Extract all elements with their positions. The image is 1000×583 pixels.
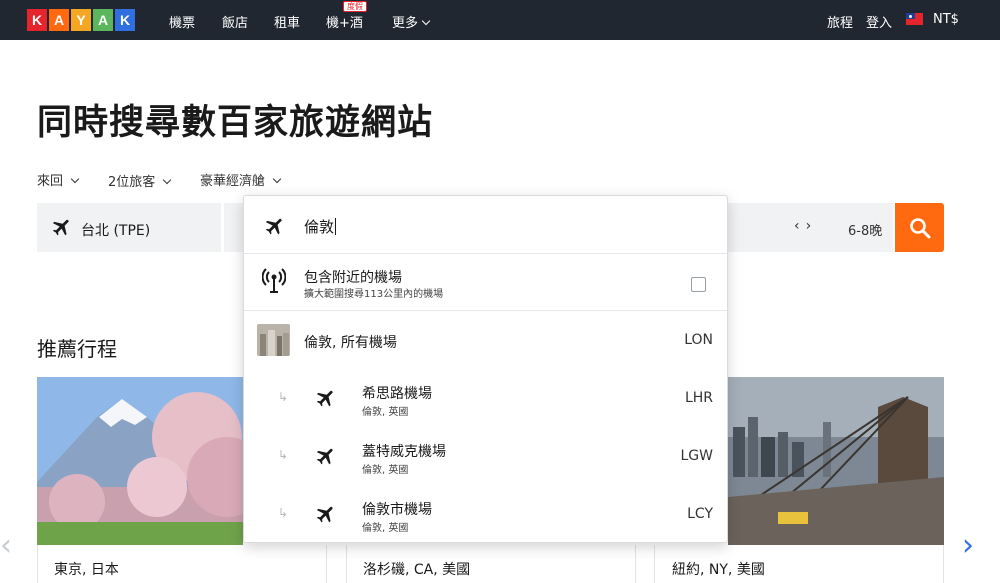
trip-type-select[interactable]: 來回 [37,170,80,189]
travelers-label: 2位旅客 [108,175,156,190]
nearby-airports-checkbox[interactable] [691,277,706,292]
plane-icon [316,506,333,523]
nearby-airports-subtitle: 擴大範圍搜尋113公里內的機場 [304,289,444,300]
cabin-select[interactable]: 豪華經濟艙 [200,170,282,189]
result-name: 希思路機場 [362,386,432,402]
flex-nights[interactable]: 6-8晚 [848,220,882,239]
card-image-ny[interactable] [728,377,944,545]
destination-input-value: 倫敦 [304,218,335,236]
nav-more-label: 更多 [392,16,419,31]
result-name: 蓋特威克機場 [362,444,446,460]
nav-trips[interactable]: 旅程 [827,12,853,31]
kayak-logo[interactable]: K A Y A K [27,9,135,31]
logo-letter: Y [71,9,91,31]
plane-icon [316,448,333,465]
search-icon [909,217,930,238]
nav-flights-label: 機票 [169,16,196,31]
chevron-down-icon [421,16,431,26]
taiwan-flag-icon[interactable] [906,13,923,25]
logo-letter: K [115,9,135,31]
result-location: 倫敦, 英國 [362,523,409,534]
destination-dropdown: 倫敦 包含附近的機場 擴大範圍搜尋113公里內的機場 倫敦, 所有機場 LON … [243,195,728,543]
nav-more[interactable]: 更多 [392,12,431,31]
travelers-select[interactable]: 2位旅客 [108,171,172,190]
sub-item-arrow-icon: ↳ [278,506,289,520]
destination-input[interactable]: 倫敦 [304,216,604,237]
chevron-down-icon [272,174,282,184]
plane-icon [52,219,69,236]
nav-login-label: 登入 [866,16,893,31]
logo-letter: K [27,9,47,31]
text-caret [335,218,337,235]
carousel-prev-button[interactable]: ‹ [0,528,12,563]
result-code: LCY [687,506,713,522]
origin-value: 台北 (TPE) [81,223,151,239]
card-photo [37,377,243,545]
result-name: 倫敦, 所有機場 [304,335,397,351]
destination-field-edge[interactable] [224,203,244,252]
nav-packages-label: 機+酒 [326,16,363,31]
plane-icon [316,390,333,407]
nav-trips-label: 旅程 [827,16,854,31]
sub-item-arrow-icon: ↳ [278,390,289,404]
result-name: 倫敦市機場 [362,502,432,518]
nav-flights[interactable]: 機票 [169,12,196,48]
result-location: 倫敦, 英國 [362,407,409,418]
nav-cars-label: 租車 [274,16,301,31]
card-label-la[interactable]: 洛杉磯, CA, 美國 [363,559,470,579]
chevron-down-icon [163,175,172,185]
nav-currency[interactable]: NT$ [933,12,959,27]
search-button[interactable] [895,203,944,252]
logo-letter: A [49,9,69,31]
currency-label: NT$ [933,12,959,27]
date-shift-arrows[interactable]: ‹› [794,218,817,234]
antenna-icon [262,268,286,293]
cabin-label: 豪華經濟艙 [200,174,266,189]
card-image-tokyo[interactable] [37,377,243,545]
card-photo [728,377,944,545]
result-location: 倫敦, 英國 [362,465,409,476]
result-code: LGW [680,448,714,464]
sub-item-arrow-icon: ↳ [278,448,289,462]
trip-type-label: 來回 [37,174,64,189]
recommended-title: 推薦行程 [37,337,117,361]
nav-hotels-label: 飯店 [222,16,249,31]
chevron-down-icon [70,174,80,184]
nearby-airports-title: 包含附近的機場 [304,270,402,286]
result-code: LHR [684,390,713,406]
plane-icon [265,218,282,235]
nav-login[interactable]: 登入 [866,12,892,31]
carousel-next-button[interactable]: › [962,528,974,563]
card-label-tokyo[interactable]: 東京, 日本 [54,559,119,579]
page-title: 同時搜尋數百家旅遊網站 [37,103,434,143]
vacation-badge: 度假 [343,1,367,12]
nav-hotels[interactable]: 飯店 [222,12,248,31]
logo-letter: A [93,9,113,31]
nav-packages[interactable]: 機+酒 [326,12,363,31]
nav-cars[interactable]: 租車 [274,12,300,31]
result-code: LON [684,332,713,348]
card-label-ny[interactable]: 紐約, NY, 美國 [672,559,765,579]
